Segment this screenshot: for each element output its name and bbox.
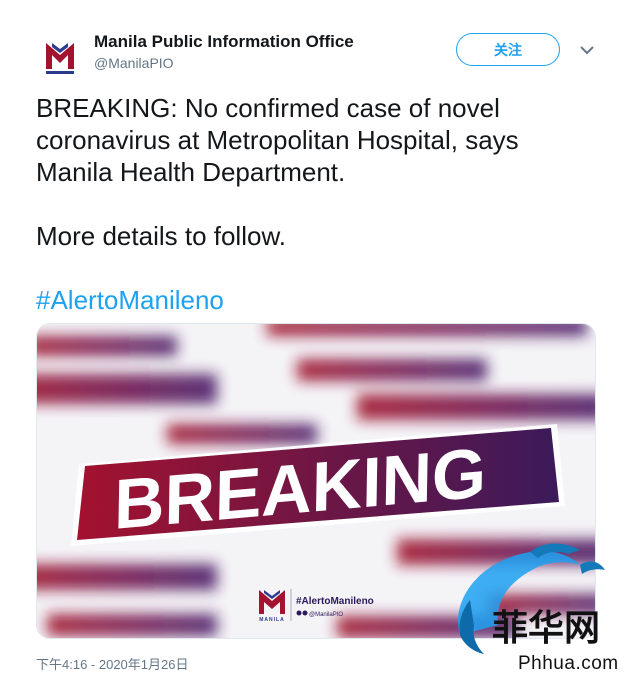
follow-button[interactable]: 关注: [456, 33, 560, 66]
watermark-chinese: 菲华网: [492, 608, 600, 649]
twitter-icon: [302, 610, 308, 616]
tweet-timestamp[interactable]: 下午4:16 - 2020年1月26日: [36, 654, 188, 673]
chevron-down-icon[interactable]: [579, 44, 595, 56]
facebook-icon: [296, 610, 302, 616]
footer-hashtag: #AlertoManileno: [296, 596, 374, 607]
footer-social-handle: @ManilaPIO: [309, 612, 343, 618]
tweet-card: Manila Public Information Office @Manila…: [0, 0, 626, 679]
avatar[interactable]: [36, 31, 84, 79]
tweet-text-followup: More details to follow.: [36, 221, 287, 251]
logo-caption: MANILA: [259, 617, 284, 623]
account-handle[interactable]: @ManilaPIO: [94, 55, 174, 71]
watermark-domain: Phhua.com: [518, 653, 619, 674]
tweet-hashtag-link[interactable]: #AlertoManileno: [36, 284, 224, 316]
manila-logo-icon: [46, 43, 74, 74]
tweet-text-main: BREAKING: No confirmed case of novel cor…: [36, 93, 519, 187]
account-display-name[interactable]: Manila Public Information Office: [94, 32, 354, 52]
